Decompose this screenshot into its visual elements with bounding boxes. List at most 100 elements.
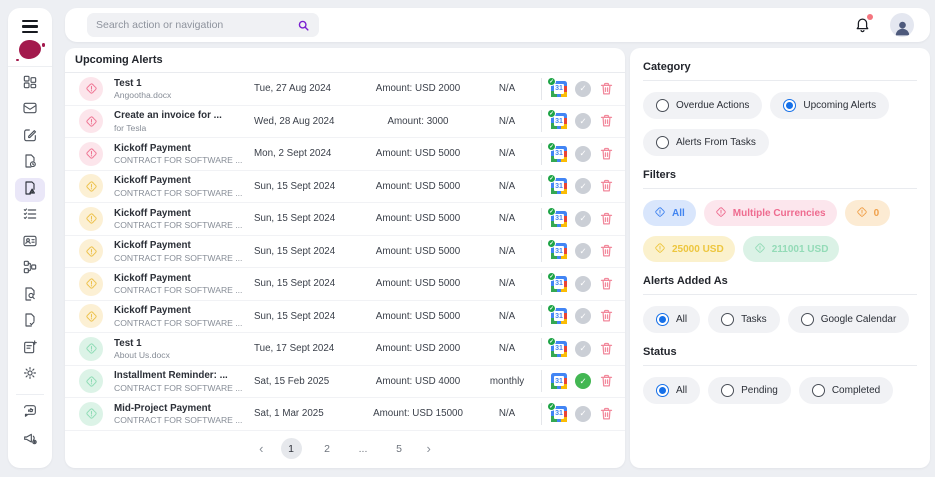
google-calendar-icon[interactable]: 31 ✓ xyxy=(551,211,567,227)
alert-row[interactable]: Kickoff Payment CONTRACT FOR SOFTWARE ..… xyxy=(65,236,625,269)
google-calendar-icon[interactable]: 31 ✓ xyxy=(551,81,567,97)
alert-row[interactable]: Test 1 About Us.docx Tue, 17 Sept 2024 A… xyxy=(65,333,625,366)
divider xyxy=(541,240,542,262)
sidebar-item-pending-documents[interactable] xyxy=(15,152,45,176)
alert-row[interactable]: Kickoff Payment CONTRACT FOR SOFTWARE ..… xyxy=(65,138,625,171)
radio-upcoming-alerts[interactable]: Upcoming Alerts xyxy=(770,92,889,119)
delete-icon[interactable] xyxy=(599,178,614,194)
alert-title: Kickoff Payment xyxy=(114,305,254,316)
page-button-2[interactable]: 2 xyxy=(317,438,338,459)
mail-icon xyxy=(22,100,38,121)
delete-icon[interactable] xyxy=(599,406,614,422)
complete-check-icon[interactable]: ✓ xyxy=(575,308,591,324)
delete-icon[interactable] xyxy=(599,308,614,324)
search-box[interactable] xyxy=(87,13,319,37)
delete-icon[interactable] xyxy=(599,341,614,357)
filter-pill-0[interactable]: 0 xyxy=(845,200,891,226)
alert-subtitle: About Us.docx xyxy=(114,350,254,360)
alert-severity-icon xyxy=(79,207,103,231)
complete-check-icon[interactable]: ✓ xyxy=(575,211,591,227)
brand-logo-icon[interactable] xyxy=(19,40,41,59)
alert-row[interactable]: Installment Reminder: ... CONTRACT FOR S… xyxy=(65,366,625,399)
radio-all[interactable]: All xyxy=(643,377,700,404)
radio-icon xyxy=(721,313,734,326)
alert-title: Kickoff Payment xyxy=(114,175,254,186)
delete-icon[interactable] xyxy=(599,373,614,389)
delete-icon[interactable] xyxy=(599,146,614,162)
delete-icon[interactable] xyxy=(599,276,614,292)
delete-icon[interactable] xyxy=(599,211,614,227)
complete-check-icon[interactable]: ✓ xyxy=(575,276,591,292)
google-calendar-icon[interactable]: 31 ✓ xyxy=(551,243,567,259)
alert-row[interactable]: Create an invoice for ... for Tesla Wed,… xyxy=(65,106,625,139)
alert-row[interactable]: Kickoff Payment CONTRACT FOR SOFTWARE ..… xyxy=(65,171,625,204)
alert-row[interactable]: Mid-Project Payment CONTRACT FOR SOFTWAR… xyxy=(65,398,625,431)
search-icon[interactable] xyxy=(297,19,310,32)
alert-actions: 31 ✓ ✓ xyxy=(551,146,617,162)
google-calendar-icon[interactable]: 31 ✓ xyxy=(551,406,567,422)
sidebar-item-feedback[interactable] xyxy=(15,402,45,426)
alert-frequency: N/A xyxy=(479,408,535,419)
page-button-1[interactable]: 1 xyxy=(281,438,302,459)
notification-bell-icon[interactable] xyxy=(854,16,872,34)
sidebar-item-dashboard[interactable] xyxy=(15,72,45,96)
google-calendar-icon[interactable]: 31 ✓ xyxy=(551,341,567,357)
sidebar-item-review-documents[interactable] xyxy=(15,284,45,308)
filter-pill-211001-usd[interactable]: 211001 USD xyxy=(743,236,840,262)
google-calendar-icon[interactable]: 31 ✓ xyxy=(551,146,567,162)
sidebar-item-tasks[interactable] xyxy=(15,205,45,229)
complete-check-icon[interactable]: ✓ xyxy=(575,178,591,194)
pagination-next[interactable]: › xyxy=(425,441,433,456)
sidebar-item-contacts[interactable] xyxy=(15,231,45,255)
pagination-prev[interactable]: ‹ xyxy=(257,441,265,456)
sidebar-item-signed-documents[interactable] xyxy=(15,311,45,335)
sidebar-item-settings[interactable] xyxy=(15,364,45,388)
radio-all[interactable]: All xyxy=(643,306,700,333)
sidebar-item-workflow[interactable] xyxy=(15,258,45,282)
radio-completed[interactable]: Completed xyxy=(799,377,893,404)
radio-tasks[interactable]: Tasks xyxy=(708,306,780,333)
google-calendar-icon[interactable]: 31 ✓ xyxy=(551,308,567,324)
radio-google-calendar[interactable]: Google Calendar xyxy=(788,306,910,333)
complete-check-icon[interactable]: ✓ xyxy=(575,243,591,259)
page-button-[interactable]: ... xyxy=(353,438,374,459)
alert-frequency: N/A xyxy=(479,278,535,289)
alert-row[interactable]: Test 1 Angootha.docx Tue, 27 Aug 2024 Am… xyxy=(65,73,625,106)
filter-pill-25000-usd[interactable]: 25000 USD xyxy=(643,236,735,262)
google-calendar-icon[interactable]: 31 ✓ xyxy=(551,113,567,129)
alert-date: Mon, 2 Sept 2024 xyxy=(254,148,357,159)
delete-icon[interactable] xyxy=(599,243,614,259)
complete-check-icon[interactable]: ✓ xyxy=(575,373,591,389)
sidebar-item-create-document[interactable] xyxy=(15,337,45,361)
search-input[interactable] xyxy=(96,19,297,31)
hamburger-menu-icon[interactable] xyxy=(22,20,38,33)
sidebar-item-inbox[interactable] xyxy=(15,99,45,123)
sidebar-item-compose[interactable] xyxy=(15,125,45,149)
google-calendar-icon[interactable]: 31 xyxy=(551,373,567,389)
google-calendar-icon[interactable]: 31 ✓ xyxy=(551,178,567,194)
alert-row[interactable]: Kickoff Payment CONTRACT FOR SOFTWARE ..… xyxy=(65,203,625,236)
delete-icon[interactable] xyxy=(599,113,614,129)
complete-check-icon[interactable]: ✓ xyxy=(575,406,591,422)
delete-icon[interactable] xyxy=(599,81,614,97)
avatar[interactable] xyxy=(890,13,914,37)
radio-alerts-from-tasks[interactable]: Alerts From Tasks xyxy=(643,129,769,156)
complete-check-icon[interactable]: ✓ xyxy=(575,146,591,162)
edit-icon xyxy=(22,127,38,148)
sidebar-item-announcements[interactable] xyxy=(15,428,45,452)
filter-pill-all[interactable]: All xyxy=(643,200,696,226)
sidebar-item-alerts[interactable] xyxy=(15,178,45,202)
radio-overdue-actions[interactable]: Overdue Actions xyxy=(643,92,762,119)
complete-check-icon[interactable]: ✓ xyxy=(575,81,591,97)
alert-amount: Amount: USD 4000 xyxy=(357,376,479,387)
alert-titles: Kickoff Payment CONTRACT FOR SOFTWARE ..… xyxy=(103,305,254,328)
page-button-5[interactable]: 5 xyxy=(389,438,410,459)
radio-icon xyxy=(656,136,669,149)
filter-pill-multiple-currencies[interactable]: Multiple Currencies xyxy=(704,200,837,226)
complete-check-icon[interactable]: ✓ xyxy=(575,113,591,129)
complete-check-icon[interactable]: ✓ xyxy=(575,341,591,357)
alert-row[interactable]: Kickoff Payment CONTRACT FOR SOFTWARE ..… xyxy=(65,301,625,334)
radio-pending[interactable]: Pending xyxy=(708,377,791,404)
alert-row[interactable]: Kickoff Payment CONTRACT FOR SOFTWARE ..… xyxy=(65,268,625,301)
google-calendar-icon[interactable]: 31 ✓ xyxy=(551,276,567,292)
